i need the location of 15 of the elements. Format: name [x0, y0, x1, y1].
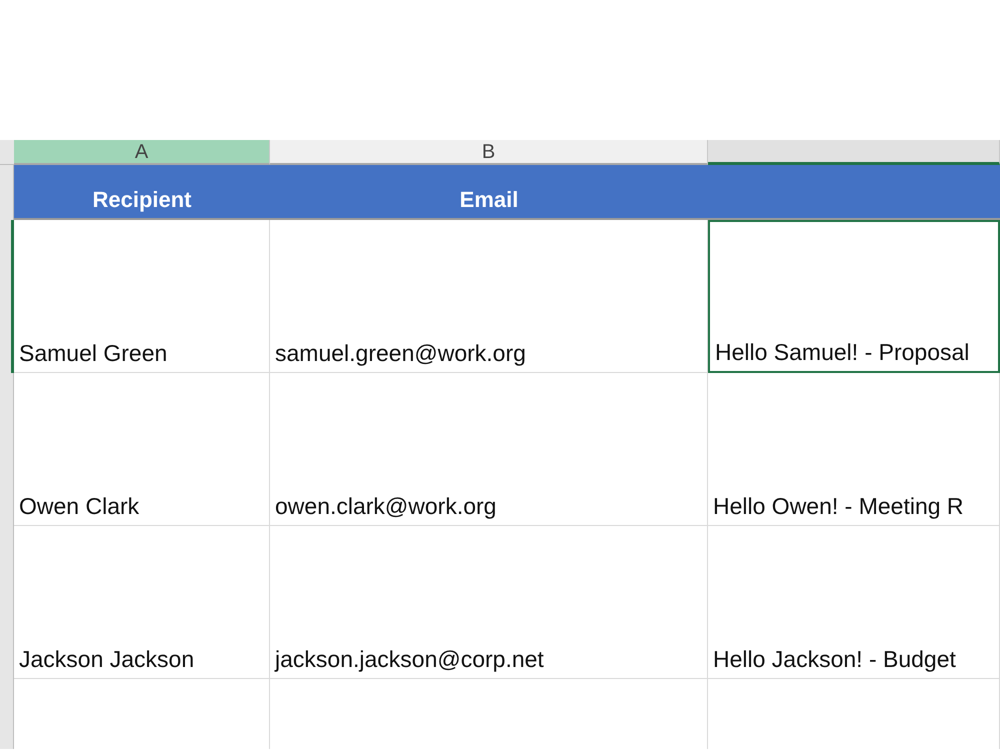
- table-cell: Hello Jackson! - Budget: [708, 526, 1000, 679]
- header-cell: Recipient: [14, 165, 270, 220]
- column-header[interactable]: B: [270, 140, 708, 165]
- table-cell: Hello Samuel! - Proposal: [708, 220, 1000, 373]
- table-cell: Samuel Green: [14, 220, 270, 373]
- table-cell: owen.clark@work.org: [270, 373, 708, 526]
- corner-cell: [0, 140, 14, 165]
- table-cell: Owen Clark: [14, 373, 270, 526]
- table-cell: Jackson Jackson: [14, 526, 270, 679]
- table-cell: samuel.green@work.org: [270, 220, 708, 373]
- table-cell: jackson.jackson@corp.net: [270, 526, 708, 679]
- header-cell: Email: [270, 165, 708, 220]
- table-cell: Hello Owen! - Meeting R: [708, 373, 1000, 526]
- column-header[interactable]: [708, 140, 1000, 165]
- column-header[interactable]: A: [14, 140, 270, 165]
